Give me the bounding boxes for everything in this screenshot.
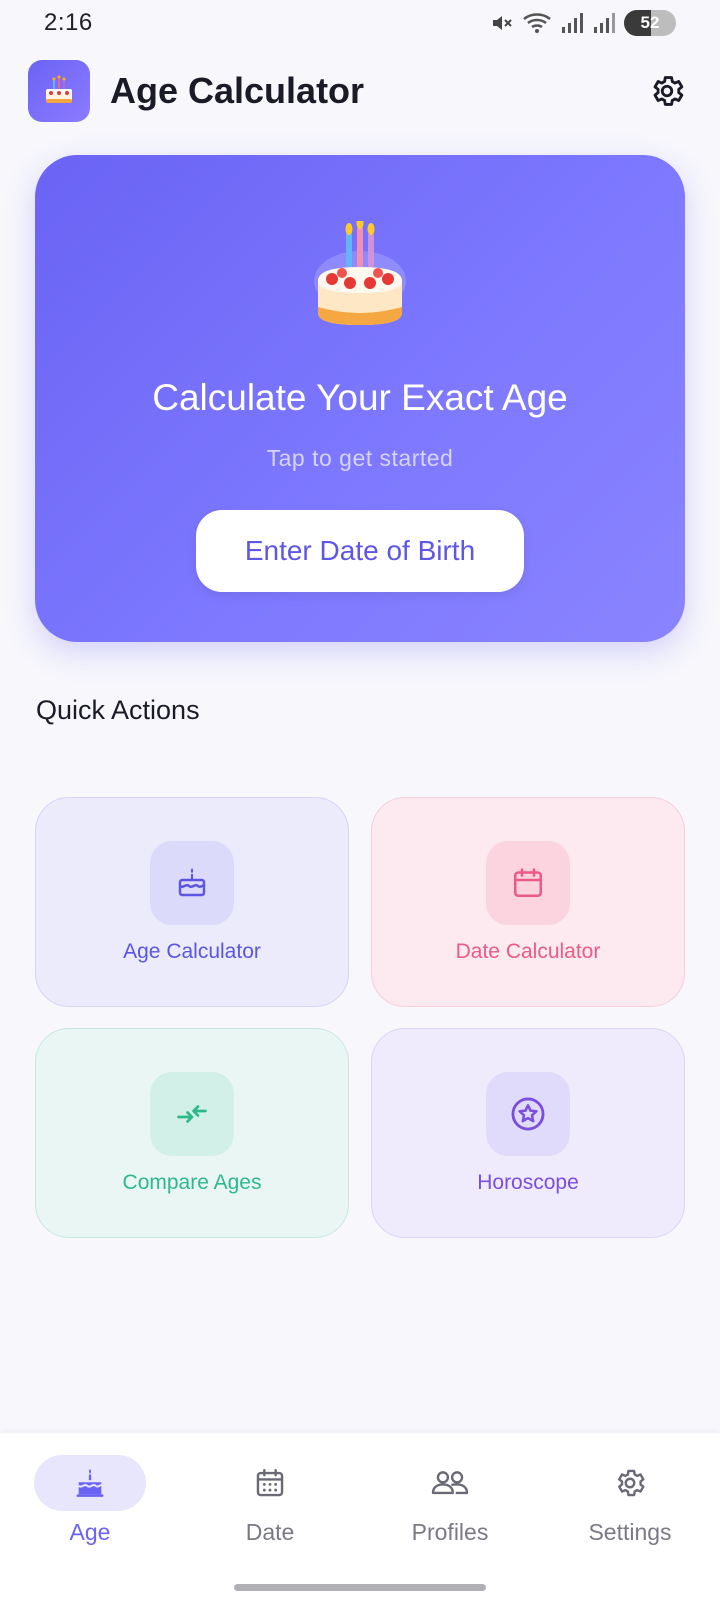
hero-card[interactable]: Calculate Your Exact Age Tap to get star… (35, 155, 685, 642)
cake-icon (178, 867, 206, 896)
nav-item-age[interactable]: Age (20, 1455, 160, 1546)
nav-item-profiles[interactable]: Profiles (380, 1455, 520, 1546)
nav-icon-wrap (214, 1455, 326, 1511)
calendar-icon (256, 1469, 284, 1497)
status-bar: 2:16 52 (0, 0, 720, 46)
nav-icon-wrap (574, 1455, 686, 1511)
nav-item-settings[interactable]: Settings (560, 1455, 700, 1546)
nav-label: Profiles (411, 1519, 489, 1545)
quick-action-date-calculator[interactable]: Date Calculator (371, 797, 685, 1007)
quick-action-icon-box (150, 840, 234, 925)
battery-level: 52 (640, 13, 660, 32)
app-title: Age Calculator (110, 70, 365, 111)
quick-action-label: Date Calculator (455, 939, 601, 963)
app-logo (28, 60, 90, 122)
quick-action-horoscope[interactable]: Horoscope (371, 1028, 685, 1238)
quick-action-compare-ages[interactable]: Compare Ages (35, 1028, 349, 1238)
cake-icon (76, 1468, 104, 1497)
settings-gear-button[interactable] (648, 72, 686, 110)
quick-action-label: Age Calculator (123, 939, 261, 963)
calendar-icon (513, 867, 543, 897)
status-time: 2:16 (44, 9, 93, 36)
nav-label: Settings (588, 1519, 672, 1545)
signal-icon (560, 11, 584, 35)
nav-active-indicator (34, 1455, 146, 1511)
birthday-cake-icon (310, 217, 410, 331)
quick-action-icon-box (486, 840, 570, 925)
mute-icon (490, 11, 514, 35)
hero-title: Calculate Your Exact Age (152, 377, 568, 418)
star-circle-icon (511, 1097, 545, 1130)
bottom-navigation: Age Date Profiles Settings (0, 1433, 720, 1600)
nav-label: Age (69, 1519, 111, 1545)
status-icons: 52 (490, 10, 676, 36)
cake-icon (46, 75, 72, 103)
gear-icon (618, 1469, 645, 1497)
quick-action-age-calculator[interactable]: Age Calculator (35, 797, 349, 1007)
quick-action-icon-box (486, 1071, 570, 1156)
nav-label: Date (245, 1519, 295, 1545)
nav-icon-wrap (394, 1455, 506, 1511)
quick-action-label: Compare Ages (122, 1170, 262, 1194)
quick-actions-title: Quick Actions (36, 695, 200, 725)
compare-arrows-icon (177, 1104, 207, 1123)
hero-subtitle: Tap to get started (266, 445, 454, 471)
home-indicator[interactable] (234, 1584, 486, 1591)
battery-charging-icon: 52 (624, 10, 676, 36)
nav-item-date[interactable]: Date (200, 1455, 340, 1546)
enter-date-of-birth-button[interactable]: Enter Date of Birth (196, 510, 524, 592)
signal-icon (592, 11, 616, 35)
gear-icon (653, 76, 684, 106)
app-header: Age Calculator (0, 58, 720, 124)
quick-action-icon-box (150, 1071, 234, 1156)
wifi-icon (522, 11, 552, 35)
people-icon (431, 1471, 469, 1495)
quick-action-label: Horoscope (477, 1170, 579, 1194)
